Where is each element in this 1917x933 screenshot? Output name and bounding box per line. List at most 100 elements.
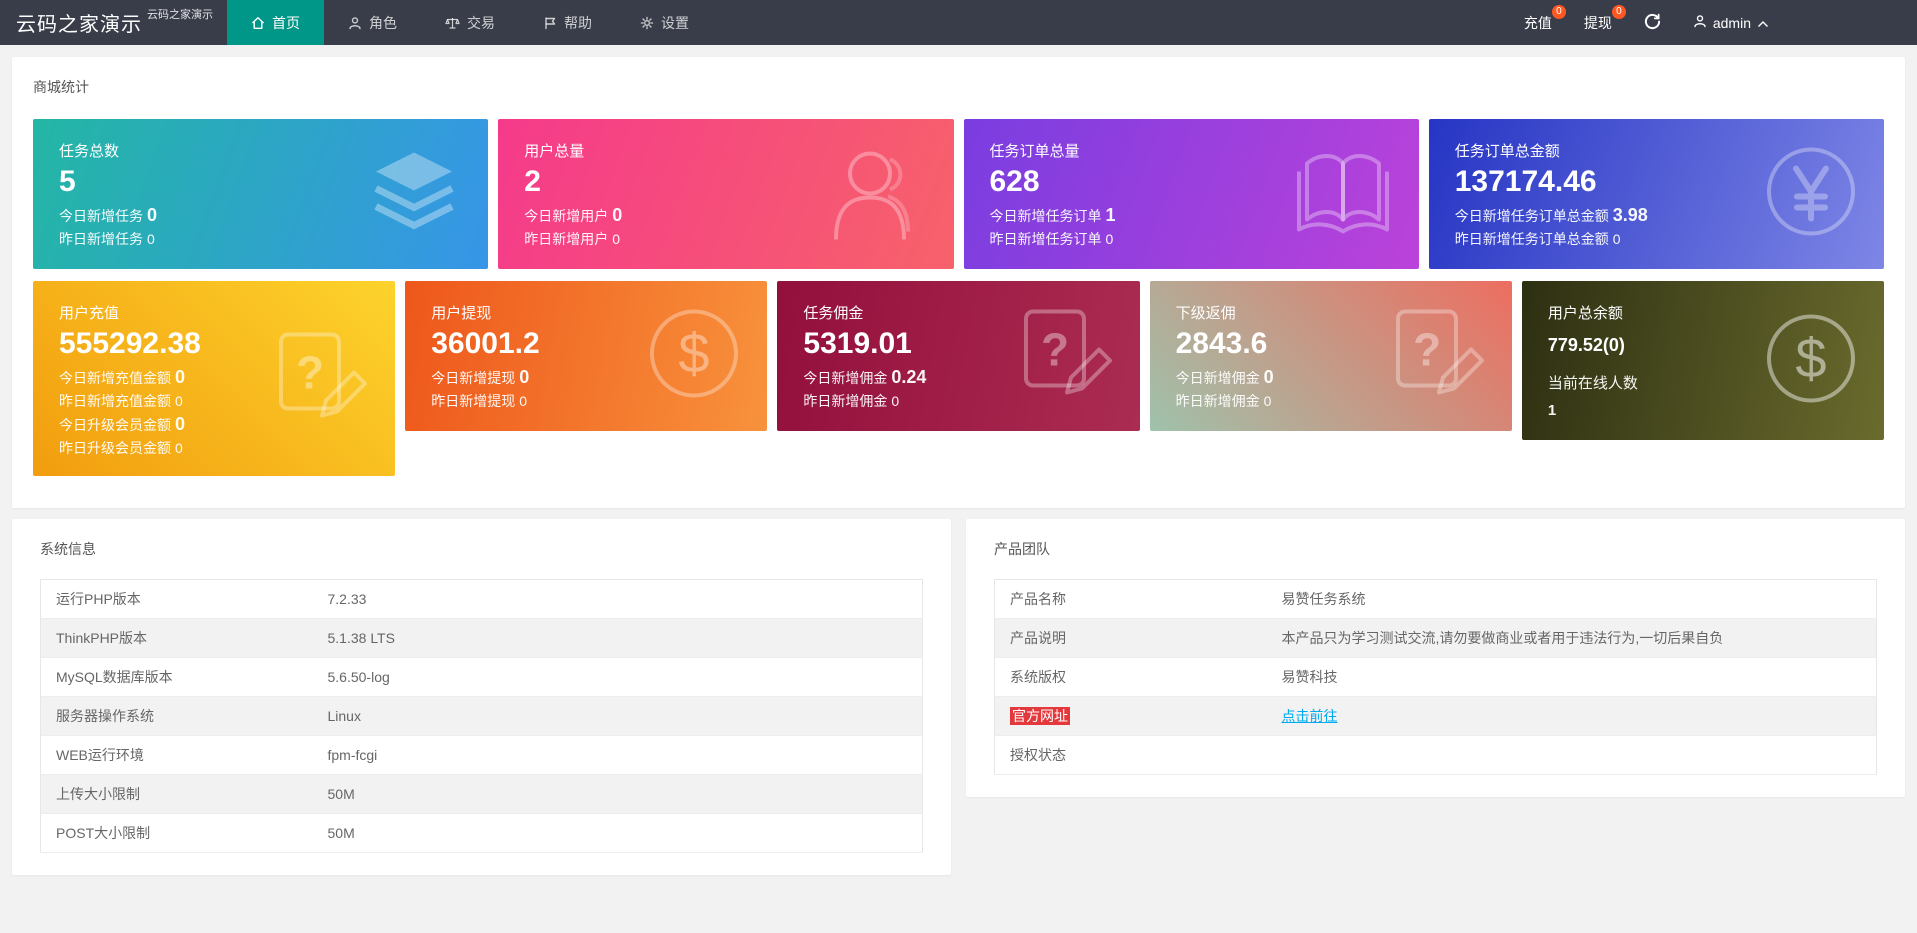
withdraw-button[interactable]: 提现 0: [1568, 0, 1628, 45]
stat-card-task-commission: 任务佣金 5319.01 今日新增佣金0.24 昨日新增佣金0 ?: [777, 281, 1139, 431]
system-info-title: 系统信息: [40, 539, 923, 559]
table-row: POST大小限制50M: [41, 814, 923, 853]
svg-text:?: ?: [1413, 324, 1441, 376]
product-team-title: 产品团队: [994, 539, 1877, 559]
row-label: 运行PHP版本: [41, 580, 313, 619]
nav-item-label: 交易: [467, 13, 495, 33]
refresh-icon: [1644, 13, 1661, 33]
stat-card-task-order-amount: 任务订单总金额 137174.46 今日新增任务订单总金额3.98 昨日新增任务…: [1429, 119, 1884, 269]
official-site-label: 官方网址: [1010, 707, 1070, 725]
row-value: 本产品只为学习测试交流,请勿要做商业或者用于违法行为,一切后果自负: [1267, 619, 1877, 658]
gear-icon: [640, 16, 654, 30]
svg-text:$: $: [679, 322, 710, 385]
stat-card-user-withdraw: 用户提现 36001.2 今日新增提现0 昨日新增提现0 $: [405, 281, 767, 431]
scales-icon: [445, 16, 460, 30]
stats-panel: 商城统计 任务总数 5 今日新增任务0 昨日新增任务0 用户总量 2 今日新增用…: [12, 57, 1905, 508]
home-icon: [251, 16, 265, 30]
row-label: MySQL数据库版本: [41, 658, 313, 697]
dollar-circle-icon: $: [1764, 311, 1858, 410]
row-label: 官方网址: [995, 697, 1267, 736]
nav-item-roles[interactable]: 角色: [324, 0, 421, 45]
row-label: 产品说明: [995, 619, 1267, 658]
recharge-button[interactable]: 充值 0: [1508, 0, 1568, 45]
row-value: 50M: [313, 775, 923, 814]
row-value: Linux: [313, 697, 923, 736]
row-value: 50M: [313, 814, 923, 853]
recharge-badge: 0: [1552, 5, 1566, 19]
user-icon: [348, 16, 362, 30]
row-label: WEB运行环境: [41, 736, 313, 775]
row-value: 5.1.38 LTS: [313, 619, 923, 658]
row-label: POST大小限制: [41, 814, 313, 853]
logo[interactable]: 云码之家演示 云码之家演示: [0, 0, 227, 45]
row-label: 授权状态: [995, 736, 1267, 775]
nav-item-transactions[interactable]: 交易: [421, 0, 519, 45]
row-value: [1267, 736, 1877, 775]
chevron-up-icon: [1757, 15, 1769, 31]
nav-item-label: 角色: [369, 13, 397, 33]
row-label: 产品名称: [995, 580, 1267, 619]
product-team-table: 产品名称易赞任务系统 产品说明本产品只为学习测试交流,请勿要做商业或者用于违法行…: [994, 579, 1877, 775]
official-site-link[interactable]: 点击前往: [1282, 708, 1338, 724]
row-label: 系统版权: [995, 658, 1267, 697]
table-row: MySQL数据库版本5.6.50-log: [41, 658, 923, 697]
table-row: 产品说明本产品只为学习测试交流,请勿要做商业或者用于违法行为,一切后果自负: [995, 619, 1877, 658]
refresh-button[interactable]: [1628, 0, 1677, 45]
row-label: 上传大小限制: [41, 775, 313, 814]
top-navbar: 云码之家演示 云码之家演示 首页 角色 交易 帮助: [0, 0, 1917, 45]
layers-icon: [366, 149, 462, 240]
svg-text:?: ?: [296, 346, 324, 398]
doc-question-pencil-icon: ?: [1386, 304, 1486, 409]
card-title: 用户充值: [59, 302, 369, 323]
doc-question-pencil-icon: ?: [1014, 304, 1114, 409]
card-line: 昨日升级会员金额0: [59, 437, 369, 460]
table-row: 系统版权易赞科技: [995, 658, 1877, 697]
user-icon: [1693, 14, 1707, 31]
dollar-circle-icon: $: [647, 307, 741, 406]
main-menu: 首页 角色 交易 帮助 设置: [227, 0, 713, 45]
book-icon: [1293, 146, 1393, 243]
row-value: fpm-fcgi: [313, 736, 923, 775]
nav-item-settings[interactable]: 设置: [616, 0, 713, 45]
person-icon: [828, 140, 928, 249]
row-label: ThinkPHP版本: [41, 619, 313, 658]
product-team-panel: 产品团队 产品名称易赞任务系统 产品说明本产品只为学习测试交流,请勿要做商业或者…: [966, 519, 1905, 797]
stat-card-total-task-orders: 任务订单总量 628 今日新增任务订单1 昨日新增任务订单0: [964, 119, 1419, 269]
table-row: 产品名称易赞任务系统: [995, 580, 1877, 619]
navbar-right: 充值 0 提现 0 admin: [1508, 0, 1917, 45]
logo-text: 云码之家演示: [16, 8, 142, 37]
withdraw-label: 提现: [1584, 13, 1612, 33]
system-info-panel: 系统信息 运行PHP版本7.2.33 ThinkPHP版本5.1.38 LTS …: [12, 519, 951, 875]
row-value: 易赞科技: [1267, 658, 1877, 697]
main-content: 商城统计 任务总数 5 今日新增任务0 昨日新增任务0 用户总量 2 今日新增用…: [0, 45, 1917, 887]
stat-cards-row-2: 用户充值 555292.38 今日新增充值金额0 昨日新增充值金额0 今日升级会…: [33, 281, 1884, 476]
nav-item-home[interactable]: 首页: [227, 0, 324, 45]
withdraw-badge: 0: [1612, 5, 1626, 19]
row-value: 点击前往: [1267, 697, 1877, 736]
stat-card-sub-rebate: 下级返佣 2843.6 今日新增佣金0 昨日新增佣金0 ?: [1150, 281, 1512, 431]
table-row: 服务器操作系统Linux: [41, 697, 923, 736]
nav-item-label: 设置: [661, 13, 689, 33]
bottom-section: 系统信息 运行PHP版本7.2.33 ThinkPHP版本5.1.38 LTS …: [12, 519, 1905, 875]
table-row: 运行PHP版本7.2.33: [41, 580, 923, 619]
stat-card-total-tasks: 任务总数 5 今日新增任务0 昨日新增任务0: [33, 119, 488, 269]
nav-item-label: 首页: [272, 13, 300, 33]
system-info-table: 运行PHP版本7.2.33 ThinkPHP版本5.1.38 LTS MySQL…: [40, 579, 923, 853]
recharge-label: 充值: [1524, 13, 1552, 33]
table-row: ThinkPHP版本5.1.38 LTS: [41, 619, 923, 658]
nav-item-help[interactable]: 帮助: [519, 0, 616, 45]
nav-item-label: 帮助: [564, 13, 592, 33]
flag-icon: [543, 16, 557, 30]
svg-text:?: ?: [1041, 324, 1069, 376]
stat-cards-row-1: 任务总数 5 今日新增任务0 昨日新增任务0 用户总量 2 今日新增用户0 昨日…: [33, 119, 1884, 269]
table-row: 授权状态: [995, 736, 1877, 775]
stat-card-user-recharge: 用户充值 555292.38 今日新增充值金额0 昨日新增充值金额0 今日升级会…: [33, 281, 395, 476]
stats-panel-title: 商城统计: [33, 77, 1884, 97]
row-value: 7.2.33: [313, 580, 923, 619]
row-value: 5.6.50-log: [313, 658, 923, 697]
table-row: 官方网址 点击前往: [995, 697, 1877, 736]
row-value: 易赞任务系统: [1267, 580, 1877, 619]
user-menu[interactable]: admin: [1677, 0, 1785, 45]
table-row: WEB运行环境fpm-fcgi: [41, 736, 923, 775]
logo-sub-text: 云码之家演示: [147, 6, 213, 22]
